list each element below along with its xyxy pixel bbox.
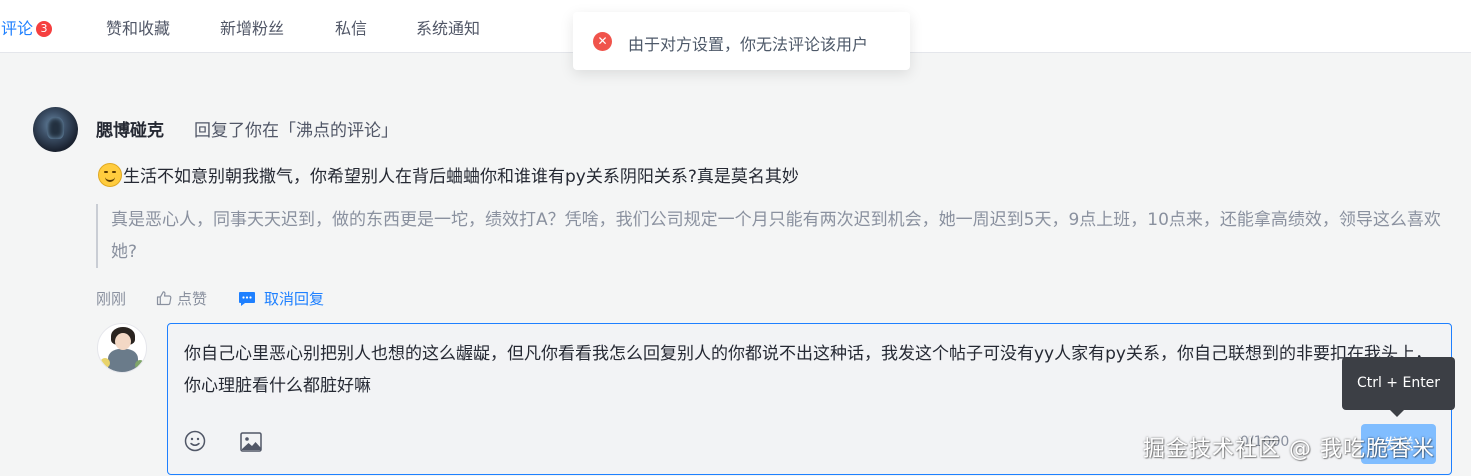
tab-label: 赞和收藏 <box>106 19 171 38</box>
like-label: 点赞 <box>177 290 208 308</box>
error-toast: ✕ 由于对方设置，你无法评论该用户 <box>573 12 910 70</box>
comment-text: 生活不如意别朝我撒气，你希望别人在背后蛐蛐你和谁谁有py关系阴阳关系?真是莫名其… <box>123 167 799 187</box>
tab-label: 新增粉丝 <box>220 19 285 38</box>
emoji-picker-icon[interactable] <box>184 430 206 452</box>
unread-badge: 3 <box>36 21 53 37</box>
smirk-emoji-icon <box>98 163 122 187</box>
comment-time: 刚刚 <box>96 290 127 308</box>
tab-likes-favorites[interactable]: 赞和收藏 <box>106 15 170 39</box>
tab-label: 系统通知 <box>416 19 481 38</box>
cancel-reply-button[interactable]: 取消回复 <box>238 288 324 309</box>
sender-username[interactable]: 腮博碰克 <box>96 116 164 141</box>
thumbs-up-icon <box>156 291 172 306</box>
tab-label: 评论 <box>1 19 34 38</box>
sender-avatar[interactable] <box>33 107 78 152</box>
shortcut-tooltip: Ctrl + Enter <box>1342 357 1455 417</box>
tab-system-notifications[interactable]: 系统通知 <box>416 15 480 39</box>
chat-bubble-icon <box>239 292 255 306</box>
tab-label: 私信 <box>335 19 368 38</box>
like-button[interactable]: 点赞 <box>156 288 207 309</box>
my-avatar <box>97 323 147 373</box>
cancel-reply-label: 取消回复 <box>264 290 325 308</box>
action-text[interactable]: 回复了你在「沸点的评论」 <box>194 116 398 141</box>
watermark: 掘金技术社区 @ 我吃脆香米 <box>1143 437 1435 462</box>
error-circle-icon: ✕ <box>593 32 612 51</box>
tab-comments[interactable]: 评论 3 <box>1 15 53 39</box>
image-upload-icon[interactable] <box>240 432 262 452</box>
quoted-comment[interactable]: 真是恶心人，同事天天迟到，做的东西更是一坨，绩效打A？凭啥，我们公司规定一个月只… <box>96 204 1451 268</box>
toast-message: 由于对方设置，你无法评论该用户 <box>628 35 869 54</box>
tab-new-followers[interactable]: 新增粉丝 <box>220 15 284 39</box>
tab-messages[interactable]: 私信 <box>335 15 367 39</box>
reply-input-text[interactable]: 你自己心里恶心别把别人也想的这么龌龊，但凡你看看我怎么回复别人的你都说不出这种话… <box>184 338 1439 402</box>
